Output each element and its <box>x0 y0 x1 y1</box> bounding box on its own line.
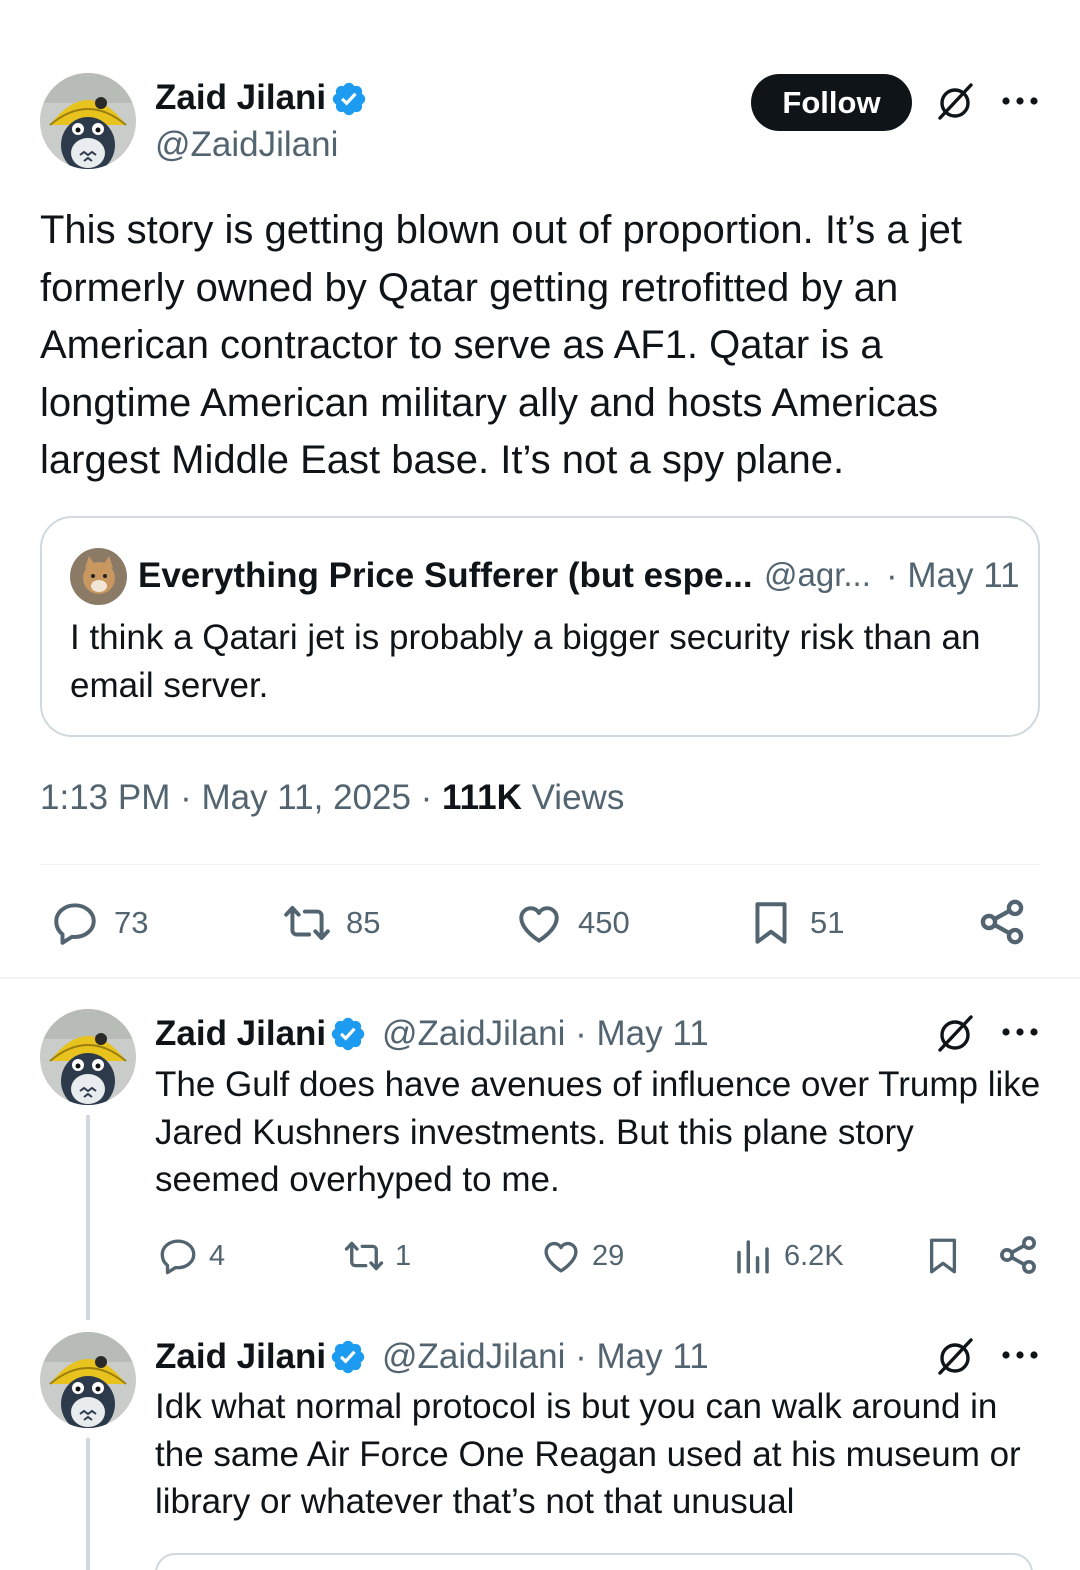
like-count: 450 <box>578 905 630 940</box>
avatar[interactable] <box>40 1332 136 1428</box>
bookmark-button[interactable]: 51 <box>746 898 844 948</box>
author-name[interactable]: Zaid Jilani <box>155 1337 326 1377</box>
section-divider <box>0 977 1080 979</box>
avatar[interactable] <box>40 73 136 169</box>
repost-count: 1 <box>395 1239 412 1272</box>
quoted-author-name: Everything Price Sufferer (but espe... <box>138 556 753 595</box>
author-handle-date[interactable]: @ZaidJilani · May 11 <box>382 1337 709 1377</box>
views-count: 6.2K <box>784 1239 844 1272</box>
reply-count: 73 <box>114 905 149 940</box>
repost-icon <box>343 1235 385 1277</box>
tweet-text: This story is getting blown out of propo… <box>40 208 962 482</box>
divider <box>40 864 1040 865</box>
thread-line <box>86 1438 90 1570</box>
repost-button[interactable]: 1 <box>343 1235 411 1277</box>
share-icon <box>996 1233 1040 1277</box>
repost-button[interactable]: 85 <box>282 898 380 948</box>
reply-text: The Gulf does have avenues of influence … <box>155 1065 1041 1199</box>
bookmark-button[interactable] <box>922 1235 964 1277</box>
author-handle-date[interactable]: @ZaidJilani · May 11 <box>382 1014 709 1054</box>
author-name[interactable]: Zaid Jilani <box>155 78 326 118</box>
reply-icon <box>157 1235 199 1277</box>
views-button[interactable]: 6.2K <box>732 1235 844 1277</box>
repost-count: 85 <box>346 905 381 940</box>
views-icon <box>732 1235 774 1277</box>
quoted-tweet[interactable]: Everything Price Sufferer (but espe... @… <box>40 516 1040 737</box>
like-count: 29 <box>592 1239 625 1272</box>
bookmark-icon <box>746 898 796 948</box>
quoted-avatar <box>70 548 127 605</box>
tweet-meta: 1:13 PM · May 11, 2025 · 111K Views <box>40 778 624 818</box>
avatar[interactable] <box>40 1009 136 1105</box>
quoted-card-edge <box>155 1553 1033 1570</box>
reply-button[interactable]: 4 <box>157 1235 225 1277</box>
author-handle[interactable]: @ZaidJilani <box>155 125 338 165</box>
grok-icon[interactable] <box>934 80 976 122</box>
follow-button[interactable]: Follow <box>751 74 912 131</box>
share-button[interactable] <box>996 1233 1040 1277</box>
bookmark-icon <box>922 1235 964 1277</box>
like-icon <box>540 1235 582 1277</box>
grok-icon[interactable] <box>934 1335 976 1377</box>
views-count: 111K <box>442 778 522 817</box>
more-icon[interactable] <box>1000 95 1040 107</box>
verified-badge-icon <box>329 1015 367 1053</box>
quoted-author-handle: @agr... <box>764 556 871 593</box>
verified-badge-icon <box>330 80 368 118</box>
reply-count: 4 <box>209 1239 226 1272</box>
like-button[interactable]: 450 <box>514 898 630 948</box>
share-button[interactable] <box>976 896 1028 948</box>
reply-icon <box>50 898 100 948</box>
share-icon <box>976 896 1028 948</box>
verified-badge-icon <box>329 1338 367 1376</box>
quoted-text: I think a Qatari jet is probably a bigge… <box>70 618 981 705</box>
views-label: Views <box>521 778 625 817</box>
reply-button[interactable]: 73 <box>50 898 148 948</box>
reply-text: Idk what normal protocol is but you can … <box>155 1387 1021 1521</box>
grok-icon[interactable] <box>934 1012 976 1054</box>
repost-icon <box>282 898 332 948</box>
thread-line <box>86 1115 90 1320</box>
like-icon <box>514 898 564 948</box>
more-icon[interactable] <box>1000 1026 1040 1038</box>
timestamp[interactable]: 1:13 PM · May 11, 2025 · <box>40 778 442 817</box>
author-name[interactable]: Zaid Jilani <box>155 1014 326 1054</box>
like-button[interactable]: 29 <box>540 1235 624 1277</box>
more-icon[interactable] <box>1000 1349 1040 1361</box>
quoted-date: · May 11 <box>886 556 1020 595</box>
bookmark-count: 51 <box>810 905 845 940</box>
